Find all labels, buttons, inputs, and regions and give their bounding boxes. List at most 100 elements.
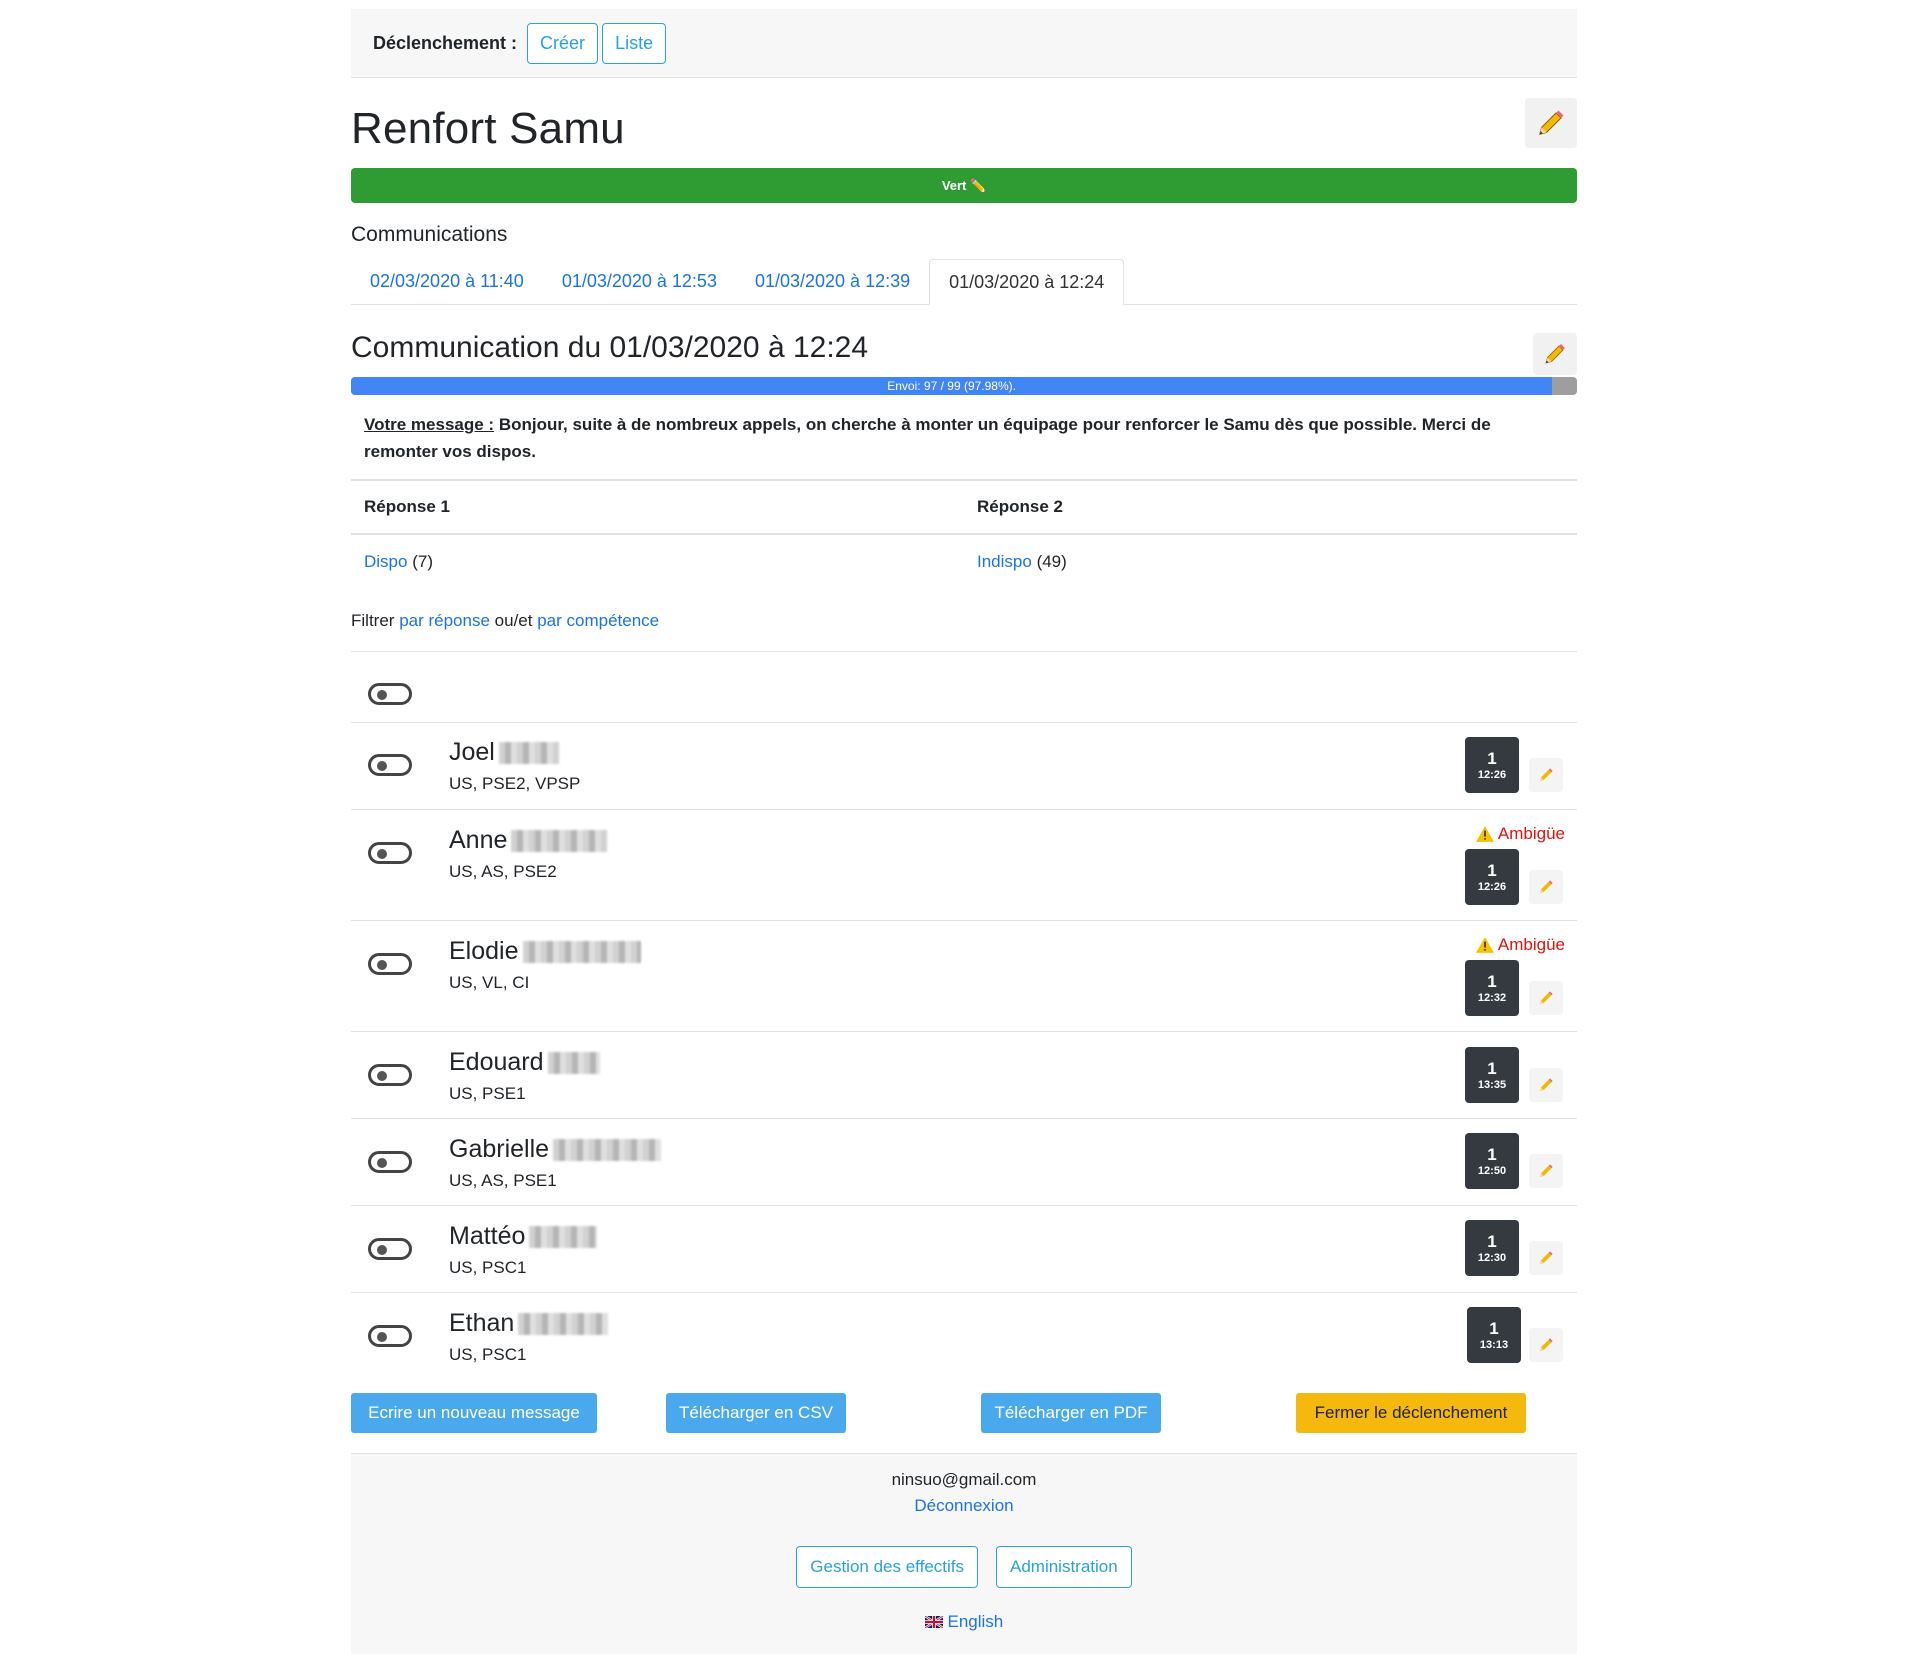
- person-row: Mattéo US, PSC1 1 12:30: [351, 1206, 1577, 1293]
- person-name: Edouard: [449, 1048, 600, 1077]
- download-csv-button[interactable]: Télécharger en CSV: [666, 1393, 846, 1433]
- redacted-surname: [529, 1226, 598, 1249]
- message-text: Bonjour, suite à de nombreux appels, on …: [364, 415, 1491, 461]
- logout-link[interactable]: Déconnexion: [914, 1496, 1013, 1515]
- ambiguous-warning: Ambigüe: [1475, 935, 1565, 955]
- download-pdf-button[interactable]: Télécharger en PDF: [981, 1393, 1161, 1433]
- title-row: Renfort Samu: [351, 78, 1577, 168]
- person-name: Gabrielle: [449, 1135, 662, 1164]
- edit-communication-button[interactable]: [1533, 333, 1577, 375]
- response-2-link[interactable]: Indispo: [977, 552, 1032, 571]
- person-row: Gabrielle US, AS, PSE1 1 12:50: [351, 1119, 1577, 1206]
- message-label: Votre message :: [364, 415, 495, 434]
- pencil-icon: [1540, 1164, 1553, 1177]
- filter-prefix: Filtrer: [351, 611, 395, 630]
- person-name: Mattéo: [449, 1222, 598, 1251]
- tab-communication-1[interactable]: 02/03/2020 à 11:40: [351, 259, 543, 304]
- new-message-button[interactable]: Ecrire un nouveau message: [351, 1393, 597, 1433]
- trigger-label: Déclenchement :: [373, 32, 518, 53]
- edit-response-button[interactable]: [1529, 1241, 1563, 1275]
- tab-communication-4[interactable]: 01/03/2020 à 12:24: [929, 259, 1125, 305]
- staff-management-button[interactable]: Gestion des effectifs: [796, 1546, 978, 1588]
- response-badge[interactable]: 1 12:32: [1465, 960, 1519, 1016]
- send-progress: Envoi: 97 / 99 (97.98%).: [351, 377, 1577, 395]
- response-1-header: Réponse 1: [351, 481, 964, 535]
- person-skills: US, PSC1: [449, 1258, 527, 1277]
- language-link[interactable]: English: [947, 1612, 1003, 1631]
- list-button[interactable]: Liste: [602, 22, 667, 64]
- person-skills: US, AS, PSE1: [449, 1171, 557, 1190]
- warning-icon: [1475, 826, 1494, 842]
- person-skills: US, PSE1: [449, 1084, 526, 1103]
- person-toggle[interactable]: [368, 842, 412, 864]
- tab-communication-2[interactable]: 01/03/2020 à 12:53: [543, 259, 736, 304]
- person-toggle[interactable]: [368, 1238, 412, 1260]
- filter-andor: ou/et: [494, 611, 533, 630]
- redacted-surname: [498, 742, 559, 765]
- send-progress-fill: Envoi: 97 / 99 (97.98%).: [351, 377, 1553, 395]
- ambiguous-warning: Ambigüe: [1475, 824, 1565, 844]
- person-row: Edouard US, PSE1 1 13:35: [351, 1032, 1577, 1119]
- edit-response-button[interactable]: [1529, 870, 1563, 904]
- person-toggle[interactable]: [368, 1325, 412, 1347]
- people-list: Joel US, PSE2, VPSP 1 12:26 Anne US, AS, …: [351, 723, 1577, 1379]
- pencil-icon: [1545, 344, 1565, 364]
- response-1-link[interactable]: Dispo: [364, 552, 407, 571]
- footer: ninsuo@gmail.com Déconnexion Gestion des…: [351, 1453, 1577, 1654]
- person-name: Elodie: [449, 937, 641, 966]
- send-progress-text: Envoi: 97 / 99 (97.98%).: [887, 379, 1016, 393]
- person-skills: US, PSE2, VPSP: [449, 774, 581, 793]
- edit-response-button[interactable]: [1529, 1154, 1563, 1188]
- pencil-icon: [1540, 1338, 1553, 1351]
- person-toggle[interactable]: [368, 953, 412, 975]
- redacted-surname: [511, 830, 608, 853]
- status-bar[interactable]: Vert ✏️: [351, 168, 1577, 203]
- response-badge[interactable]: 1 12:50: [1465, 1133, 1519, 1189]
- person-name: Joel: [449, 738, 559, 767]
- response-2-cell: Indispo (49): [964, 534, 1577, 589]
- edit-response-button[interactable]: [1529, 981, 1563, 1015]
- person-row: Joel US, PSE2, VPSP 1 12:26: [351, 723, 1577, 810]
- edit-response-button[interactable]: [1529, 1068, 1563, 1102]
- redacted-surname: [547, 1052, 600, 1075]
- warning-icon: [1475, 937, 1494, 953]
- person-toggle[interactable]: [368, 754, 412, 776]
- person-toggle[interactable]: [368, 1064, 412, 1086]
- status-label: Vert ✏️: [941, 177, 987, 193]
- close-trigger-button[interactable]: Fermer le déclenchement: [1296, 1393, 1526, 1433]
- select-all-row: [351, 652, 1577, 723]
- response-badge[interactable]: 1 13:13: [1467, 1307, 1521, 1363]
- select-all-toggle[interactable]: [368, 683, 412, 705]
- response-badge[interactable]: 1 12:26: [1465, 849, 1519, 905]
- response-badge[interactable]: 1 12:26: [1465, 737, 1519, 793]
- response-badge[interactable]: 1 13:35: [1465, 1047, 1519, 1103]
- pencil-icon: [1539, 110, 1564, 135]
- user-email: ninsuo@gmail.com: [891, 1470, 1037, 1489]
- edit-response-button[interactable]: [1529, 1328, 1563, 1362]
- uk-flag-icon: [924, 1615, 944, 1629]
- responses-table: Réponse 1 Réponse 2 Dispo (7) Indispo (4…: [351, 481, 1577, 589]
- page-title: Renfort Samu: [351, 104, 625, 153]
- edit-response-button[interactable]: [1529, 758, 1563, 792]
- edit-title-button[interactable]: [1525, 98, 1577, 148]
- person-skills: US, PSC1: [449, 1345, 527, 1364]
- redacted-surname: [553, 1139, 662, 1162]
- person-toggle[interactable]: [368, 1151, 412, 1173]
- tab-communication-3[interactable]: 01/03/2020 à 12:39: [736, 259, 929, 304]
- language-switch[interactable]: English: [351, 1612, 1577, 1632]
- response-1-cell: Dispo (7): [351, 534, 964, 589]
- response-1-count: (7): [412, 552, 433, 571]
- response-badge[interactable]: 1 12:30: [1465, 1220, 1519, 1276]
- person-skills: US, VL, CI: [449, 973, 530, 992]
- pencil-icon: [1540, 991, 1553, 1004]
- pencil-icon: [1540, 1078, 1553, 1091]
- response-2-header: Réponse 2: [964, 481, 1577, 535]
- communication-tabs: 02/03/2020 à 11:40 01/03/2020 à 12:53 01…: [351, 259, 1577, 305]
- filter-by-response-link[interactable]: par réponse: [399, 611, 490, 630]
- communications-heading: Communications: [351, 223, 508, 246]
- filter-by-skill-link[interactable]: par compétence: [537, 611, 659, 630]
- create-button[interactable]: Créer: [527, 22, 599, 64]
- person-skills: US, AS, PSE2: [449, 862, 557, 881]
- administration-button[interactable]: Administration: [996, 1546, 1132, 1588]
- response-2-count: (49): [1036, 552, 1067, 571]
